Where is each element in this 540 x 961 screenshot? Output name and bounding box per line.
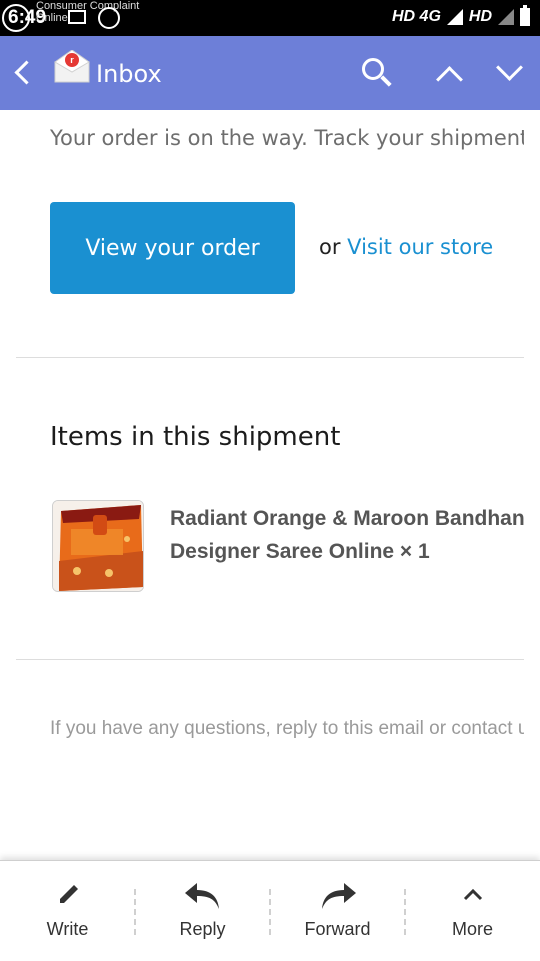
back-arrow-icon[interactable] bbox=[14, 60, 39, 85]
forward-icon bbox=[318, 881, 358, 915]
write-label: Write bbox=[46, 919, 89, 939]
mail-logo-icon: r bbox=[54, 49, 90, 84]
network-label-1: HD 4G bbox=[391, 8, 441, 25]
status-bar: 6:49 Consumer Complaint Online HD 4G HD bbox=[0, 0, 540, 36]
visit-store-link[interactable]: Visit our store bbox=[347, 235, 493, 259]
chevron-up-icon bbox=[461, 887, 485, 907]
divider bbox=[16, 659, 524, 660]
product-line-1: Radiant Orange & Maroon Bandhani bbox=[170, 507, 524, 530]
reply-icon bbox=[183, 881, 223, 915]
reply-button[interactable]: Reply bbox=[135, 861, 270, 961]
more-button[interactable]: More bbox=[405, 861, 540, 961]
notification-text: Consumer Complaint Online bbox=[36, 0, 140, 24]
divider bbox=[16, 357, 524, 358]
forward-label: Forward bbox=[304, 919, 371, 939]
chevron-up-icon[interactable] bbox=[436, 66, 463, 93]
bottom-action-bar: Write Reply Forward More bbox=[0, 860, 540, 961]
product-thumbnail[interactable] bbox=[52, 500, 144, 592]
signal-icon-2 bbox=[498, 9, 514, 25]
help-text: If you have any questions, reply to this… bbox=[50, 718, 524, 739]
app-bar: r Inbox bbox=[0, 36, 540, 110]
status-clock: 6:49 bbox=[2, 4, 46, 32]
chevron-down-icon[interactable] bbox=[496, 54, 523, 81]
email-body[interactable]: Your order is on the way. Track your shi… bbox=[0, 110, 540, 860]
write-button[interactable]: Write bbox=[0, 861, 135, 961]
svg-text:r: r bbox=[70, 55, 74, 65]
network-label-2: HD bbox=[468, 8, 492, 25]
more-label: More bbox=[451, 919, 493, 939]
battery-icon bbox=[520, 5, 530, 26]
or-visit-store: or Visit our store bbox=[319, 235, 493, 259]
product-title[interactable]: Radiant Orange & Maroon Bandhani Designe… bbox=[170, 502, 524, 568]
signal-icon bbox=[446, 9, 463, 25]
view-order-button[interactable]: View your order bbox=[50, 202, 295, 294]
status-icons: HD 4G HD bbox=[391, 5, 530, 26]
page-title: Inbox bbox=[96, 60, 162, 88]
pencil-icon bbox=[54, 881, 82, 913]
product-line-2: Designer Saree Online × 1 bbox=[170, 540, 430, 563]
whatsapp-icon bbox=[98, 7, 120, 29]
search-icon[interactable] bbox=[362, 58, 384, 80]
items-heading: Items in this shipment bbox=[50, 422, 341, 452]
intro-text: Your order is on the way. Track your shi… bbox=[50, 126, 524, 150]
or-text: or bbox=[319, 235, 341, 259]
image-notification-icon bbox=[68, 10, 86, 24]
forward-button[interactable]: Forward bbox=[270, 861, 405, 961]
reply-label: Reply bbox=[179, 919, 226, 939]
